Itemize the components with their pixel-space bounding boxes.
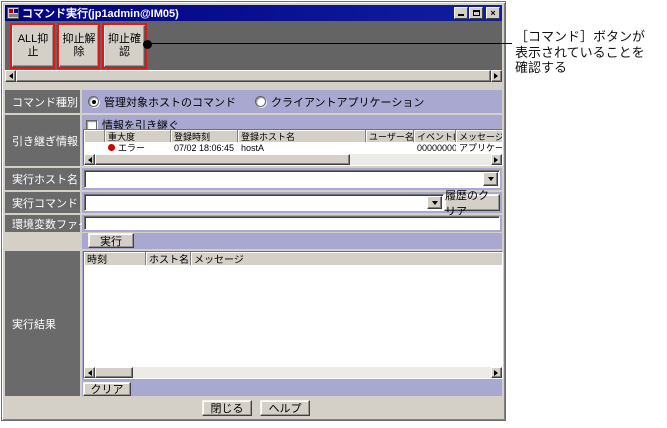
minimize-button[interactable]	[454, 7, 468, 19]
row-command-type: コマンド種別 管理対象ホストのコマンド クライアントアプリケーション	[5, 90, 502, 113]
results-scrollbar-thumb[interactable]	[95, 367, 133, 378]
row-exec-host: 実行ホスト名	[5, 168, 502, 190]
exec-command-label: 実行コマンド	[5, 192, 80, 213]
titlebar[interactable]: コマンド実行(jp1admin@IM05) ×	[5, 5, 502, 21]
inherit-info-label: 引き継ぎ情報	[5, 115, 80, 166]
arrow-right-icon	[494, 369, 501, 376]
scroll-left-button[interactable]	[84, 154, 95, 165]
arrow-left-icon	[85, 156, 92, 163]
results-label: 実行結果	[5, 251, 80, 396]
row-inherit-info: 引き継ぎ情報 情報を引き継ぐ 重大度 登録時刻 登録ホスト名 ユーザー名 イベン…	[5, 115, 503, 166]
inherit-scrollbar-thumb[interactable]	[95, 154, 350, 165]
exec-host-dropdown-button[interactable]	[483, 172, 498, 186]
app-icon	[7, 7, 19, 19]
col-reg-host: 登録ホスト名	[238, 130, 366, 142]
row-results: 実行結果 時刻 ホスト名 メッセージ クリア	[5, 251, 503, 396]
maximize-button[interactable]	[469, 7, 483, 19]
maximize-icon	[473, 10, 480, 16]
inherit-table-scrollbar[interactable]	[84, 154, 502, 165]
arrow-right-icon	[494, 156, 501, 163]
results-table-scrollbar[interactable]	[84, 367, 502, 378]
callout-note: ［コマンド］ボタンが 表示されていることを 確認する	[515, 29, 665, 76]
env-file-input[interactable]	[84, 216, 500, 230]
scroll-left-button[interactable]	[84, 367, 95, 378]
col-host: ホスト名	[146, 252, 191, 265]
radio-client-application-label: クライアントアプリケーション	[271, 96, 425, 109]
arrow-right-icon	[494, 73, 501, 79]
row-env-file: 環境変数ファイル	[5, 215, 502, 232]
arrow-left-icon	[85, 369, 92, 376]
window-title: コマンド実行(jp1admin@IM05)	[22, 8, 179, 20]
scroll-right-button[interactable]	[491, 154, 502, 165]
cell-message: アプリケーシ	[459, 143, 502, 153]
execute-button[interactable]: 実行	[88, 233, 134, 248]
inherit-event-table-header: 重大度 登録時刻 登録ホスト名 ユーザー名 イベントID メッセージ	[84, 130, 502, 142]
callout-leader-line	[150, 43, 512, 44]
radio-managed-host-command[interactable]	[88, 96, 99, 107]
scroll-left-button[interactable]	[5, 70, 16, 82]
col-reg-time: 登録時刻	[171, 130, 238, 142]
footer: 閉じる ヘルプ	[5, 396, 502, 419]
callout-line-3: 確認する	[515, 60, 568, 75]
annotation-box-2	[57, 23, 100, 69]
close-window-button[interactable]: ×	[486, 7, 500, 19]
exec-command-combobox[interactable]	[84, 194, 444, 211]
col-message: メッセージ	[191, 252, 502, 265]
col-message: メッセージ	[456, 130, 502, 142]
callout-line-2: 表示されていることを	[515, 44, 645, 60]
close-button[interactable]: 閉じる	[202, 400, 252, 416]
results-table-header: 時刻 ホスト名 メッセージ	[84, 252, 502, 265]
col-event-id: イベントID	[414, 130, 456, 142]
cell-severity: エラー	[118, 143, 146, 153]
cell-user	[366, 142, 414, 153]
arrow-left-icon	[6, 73, 13, 79]
col-blank	[84, 130, 105, 142]
close-icon: ×	[490, 7, 496, 18]
cell-host: hostA	[241, 142, 265, 153]
scroll-right-button[interactable]	[491, 367, 502, 378]
col-severity: 重大度	[105, 130, 171, 142]
error-severity-icon	[108, 144, 115, 151]
radio-managed-host-command-label: 管理対象ホストのコマンド	[104, 96, 236, 109]
cell-time: 07/02 18:06:45	[174, 142, 235, 153]
row-exec-command: 実行コマンド 履歴のクリア	[5, 190, 502, 218]
clear-results-button[interactable]: クリア	[83, 382, 131, 396]
exec-command-dropdown-button[interactable]	[427, 196, 442, 209]
execute-row-spacer	[5, 233, 80, 249]
annotation-box-1	[10, 23, 55, 69]
command-type-label: コマンド種別	[5, 90, 80, 113]
chevron-down-icon	[431, 201, 438, 208]
col-time: 時刻	[84, 252, 146, 265]
callout-dot	[143, 40, 152, 49]
scroll-right-button[interactable]	[491, 70, 502, 82]
results-table-body	[84, 265, 502, 367]
env-file-label: 環境変数ファイル	[5, 215, 100, 232]
results-table[interactable]: 時刻 ホスト名 メッセージ	[83, 251, 503, 379]
row-execute: 実行	[5, 233, 502, 249]
callout-line-1: ［コマンド］ボタンが	[515, 29, 646, 44]
cell-event-id: 00000000	[417, 142, 456, 153]
inherit-event-table[interactable]: 重大度 登録時刻 登録ホスト名 ユーザー名 イベントID メッセージ エラー 0…	[83, 129, 503, 166]
exec-host-label: 実行ホスト名	[5, 168, 80, 190]
exec-host-combobox[interactable]	[84, 170, 500, 188]
inherit-event-row[interactable]: エラー 07/02 18:06:45 hostA 00000000 アプリケーシ	[84, 142, 502, 153]
radio-client-application[interactable]	[255, 96, 266, 107]
command-execution-dialog: コマンド実行(jp1admin@IM05) × ALL抑止 抑止解除 抑止確認 …	[1, 1, 506, 421]
annotation-box-3	[102, 23, 147, 69]
col-user: ユーザー名	[366, 130, 414, 142]
toolbar-scrollbar-thumb[interactable]	[16, 70, 491, 82]
chevron-down-icon	[487, 177, 494, 184]
clear-history-button[interactable]: 履歴のクリア	[444, 190, 500, 218]
minimize-icon	[458, 14, 464, 16]
help-button[interactable]: ヘルプ	[260, 400, 310, 416]
toolbar-scrollbar[interactable]	[5, 70, 502, 82]
